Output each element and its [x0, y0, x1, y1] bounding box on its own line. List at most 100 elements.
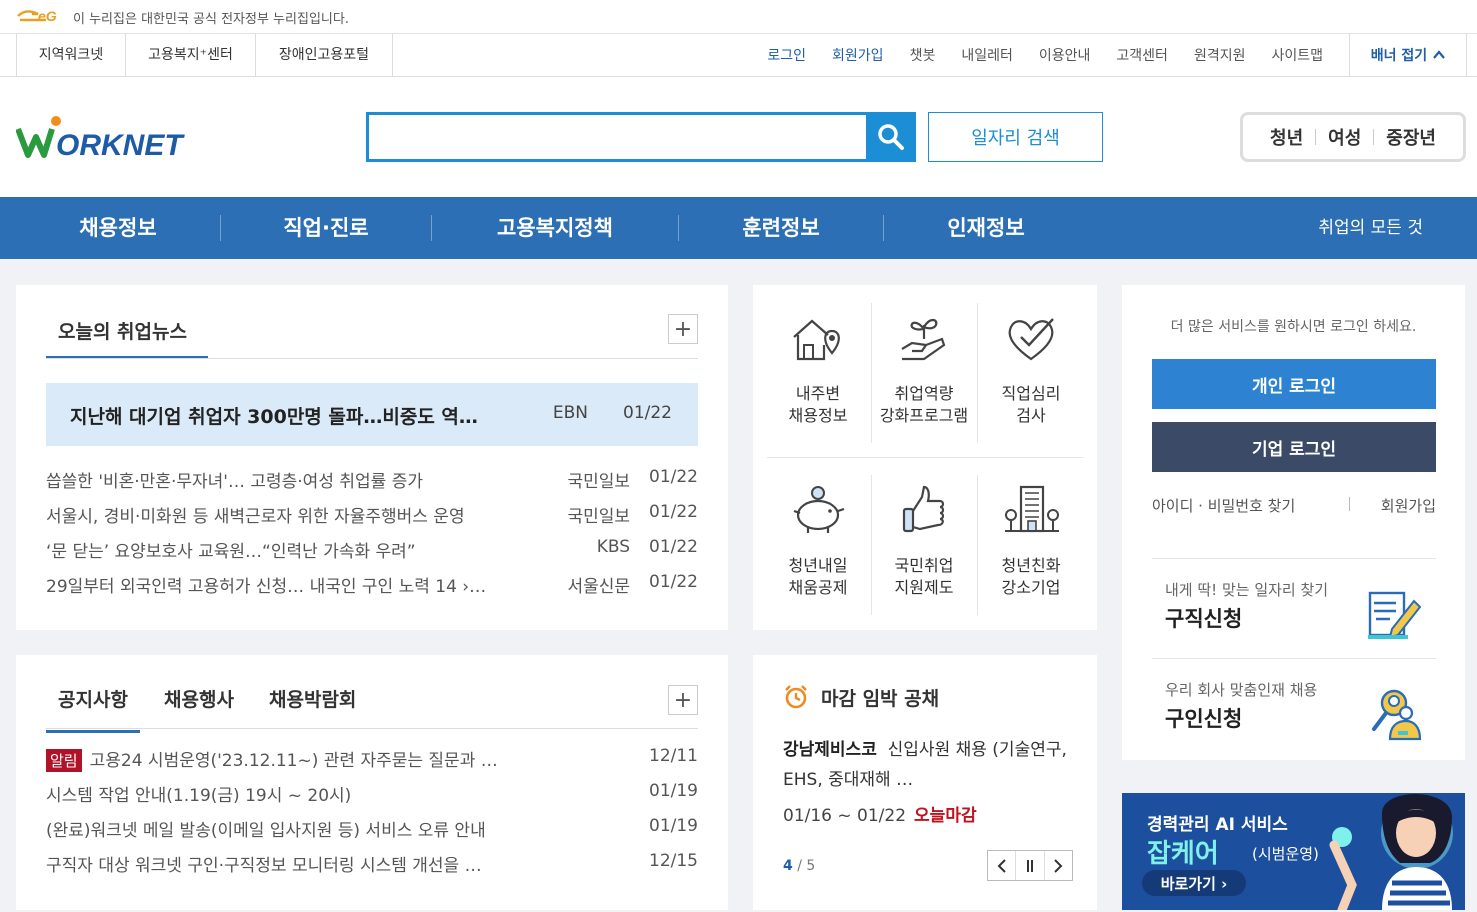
news-item[interactable]: 서울시, 경비·미화원 등 새벽근로자 위한 자율주행버스 운영 국민일보 01…: [46, 502, 698, 528]
remote-support-link[interactable]: 원격지원: [1194, 45, 1246, 65]
tab-recruit-events[interactable]: 채용행사: [164, 685, 234, 712]
thumbs-up-icon: [902, 485, 945, 533]
signup-link[interactable]: 회원가입: [832, 45, 884, 65]
search-input[interactable]: [369, 115, 866, 159]
news-more-button[interactable]: +: [668, 314, 698, 344]
site-tab-disabled-portal[interactable]: 장애인고용포털: [256, 34, 393, 76]
nav-all-about-jobs[interactable]: 취업의 모든 것: [1318, 197, 1423, 259]
search-button[interactable]: [866, 112, 916, 162]
notice-item-title: 시스템 작업 안내(1.19(금) 19시 ~ 20시): [46, 786, 352, 806]
news-headline[interactable]: 지난해 대기업 취업자 300만명 돌파…비중도 역… EBN 01/22: [46, 383, 698, 446]
deadline-today-badge: 오늘마감: [914, 806, 977, 826]
service-youth-friendly[interactable]: 청년친화 강소기업: [978, 483, 1084, 599]
join-link[interactable]: 회원가입: [1381, 495, 1436, 516]
headline-title: 지난해 대기업 취업자 300만명 돌파…비중도 역…: [70, 406, 478, 428]
jobcare-ai-banner[interactable]: 경력관리 AI 서비스 잡케어 (시범운영) 바로가기 ›: [1122, 793, 1465, 910]
svg-text:eG: eG: [38, 8, 57, 24]
worknet-logo[interactable]: ORKNET: [16, 115, 206, 161]
divider: [767, 457, 1083, 458]
deadline-period-row: 01/16 ~ 01/22 오늘마감: [783, 801, 977, 826]
plus-icon: +: [673, 687, 693, 713]
nav-job-info[interactable]: 채용정보: [16, 197, 220, 259]
service-capacity-program[interactable]: 취업역량 강화프로그램: [871, 311, 977, 427]
news-item-title: 29일부터 외국인력 고용허가 신청… 내국인 구인 노력 14 ›…: [46, 577, 487, 597]
service-label-line2: 강소기업: [1001, 578, 1061, 597]
nav-welfare-policy[interactable]: 고용복지정책: [432, 197, 678, 259]
notice-panel: 공지사항 채용행사 채용박람회 + 알림 고용24 시범운영('23.12.11~…: [16, 655, 728, 910]
logo-text: ORKNET: [56, 129, 185, 161]
job-search-button[interactable]: 일자리 검색: [928, 112, 1103, 162]
banner-line2: 잡케어: [1147, 839, 1219, 869]
service-label-line1: 취업역량: [894, 384, 954, 403]
document-pen-icon: [1368, 591, 1422, 639]
chevron-left-icon: [997, 858, 1006, 873]
banner-fold-button[interactable]: 배너 접기: [1349, 34, 1467, 76]
house-location-icon: [793, 319, 840, 361]
customer-center-link[interactable]: 고객센터: [1116, 45, 1168, 65]
news-item[interactable]: ‘문 닫는’ 요양보호사 교육원…“인력난 가속화 우려” KBS 01/22: [46, 537, 698, 563]
chatbot-link[interactable]: 챗봇: [910, 45, 936, 65]
target-tab-women[interactable]: 여성: [1328, 124, 1361, 150]
divider: [46, 358, 698, 359]
notice-item[interactable]: 알림 고용24 시범운영('23.12.11~) 관련 자주묻는 질문과 … 12…: [46, 746, 698, 772]
chevron-right-icon: [1054, 858, 1063, 873]
service-youth-savings[interactable]: 청년내일 채움공제: [765, 483, 871, 599]
notice-item[interactable]: 구직자 대상 워크넷 구인·구직정보 모니터링 시스템 개선을 … 12/15: [46, 851, 698, 877]
news-title[interactable]: 오늘의 취업뉴스: [46, 313, 208, 359]
guide-link[interactable]: 이용안내: [1039, 45, 1091, 65]
quick-sub: 우리 회사 맞춤인재 채용: [1165, 681, 1318, 699]
service-label-line2: 강화프로그램: [879, 406, 969, 425]
divider: [1315, 129, 1317, 145]
notice-item-date: 12/11: [649, 746, 698, 766]
site-tab-employment-center[interactable]: 고용복지⁺센터: [126, 34, 256, 76]
news-item-source: 국민일보: [567, 507, 630, 527]
banner-go-button[interactable]: 바로가기 ›: [1142, 870, 1246, 896]
target-tab-middle-aged[interactable]: 중장년: [1386, 124, 1436, 150]
nav-talent[interactable]: 인재정보: [884, 197, 1088, 259]
service-psych-test[interactable]: 직업심리 검사: [978, 311, 1084, 427]
prev-button[interactable]: [988, 851, 1017, 880]
job-seeker-apply[interactable]: 내게 딱! 맞는 일자리 찾기 구직신청: [1152, 558, 1436, 658]
divider: [46, 728, 698, 729]
next-button[interactable]: [1045, 851, 1072, 880]
personal-login-button[interactable]: 개인 로그인: [1152, 359, 1436, 409]
pager-current: 4: [783, 858, 793, 874]
notice-item[interactable]: (완료)워크넷 메일 발송(이메일 입사지원 등) 서비스 오류 안내 01/1…: [46, 816, 698, 842]
egov-logo-icon: eG: [17, 8, 57, 24]
employer-apply[interactable]: 우리 회사 맞춤인재 채용 구인신청: [1152, 658, 1436, 758]
deadline-posting[interactable]: 강남제비스코 신입사원 채용 (기술연구, EHS, 중대재해 …: [783, 735, 1073, 795]
target-tab-youth[interactable]: 청년: [1270, 124, 1303, 150]
tab-notice[interactable]: 공지사항: [46, 685, 140, 733]
login-link[interactable]: 로그인: [767, 45, 806, 65]
service-national-employment[interactable]: 국민취업 지원제도: [871, 483, 977, 599]
divider: [1349, 497, 1350, 511]
company-login-button[interactable]: 기업 로그인: [1152, 422, 1436, 472]
news-item[interactable]: 씁쓸한 '비혼·만혼·무자녀'… 고령층·여성 취업률 증가 국민일보 01/2…: [46, 467, 698, 493]
news-item[interactable]: 29일부터 외국인력 고용허가 신청… 내국인 구인 노력 14 ›… 서울신문…: [46, 572, 698, 598]
service-label-line2: 채움공제: [788, 578, 848, 597]
gov-banner: eG 이 누리집은 대한민국 공식 전자정부 누리집입니다.: [0, 0, 1477, 34]
news-item-date: 01/22: [649, 467, 698, 487]
service-label-line1: 내주변: [795, 384, 841, 403]
target-tabs: 청년 여성 중장년: [1240, 112, 1466, 162]
login-message: 더 많은 서비스를 원하시면 로그인 하세요.: [1170, 319, 1417, 335]
alert-badge: 알림: [46, 749, 82, 772]
notice-item[interactable]: 시스템 작업 안내(1.19(금) 19시 ~ 20시) 01/19: [46, 781, 698, 807]
tab-job-fair[interactable]: 채용박람회: [269, 685, 356, 712]
nav-career[interactable]: 직업·진로: [221, 197, 431, 259]
heart-check-icon: [1008, 318, 1054, 361]
pause-button[interactable]: [1016, 851, 1045, 880]
notice-more-button[interactable]: +: [668, 685, 698, 715]
service-label-line2: 지원제도: [894, 578, 954, 597]
service-nearby-jobs[interactable]: 내주변 채용정보: [765, 311, 871, 427]
banner-line1: 경력관리 AI 서비스: [1147, 815, 1288, 835]
search-box: [366, 112, 916, 162]
divider: [1373, 129, 1375, 145]
sitemap-link[interactable]: 사이트맵: [1271, 45, 1323, 65]
plant-hand-icon: [901, 318, 946, 361]
newsletter-link[interactable]: 내일레터: [961, 45, 1013, 65]
find-id-password-link[interactable]: 아이디 · 비밀번호 찾기: [1152, 495, 1295, 516]
site-tab-regional-worknet[interactable]: 지역워크넷: [17, 34, 126, 76]
family-site-tabs: 지역워크넷 고용복지⁺센터 장애인고용포털: [16, 34, 393, 76]
nav-training[interactable]: 훈련정보: [679, 197, 883, 259]
